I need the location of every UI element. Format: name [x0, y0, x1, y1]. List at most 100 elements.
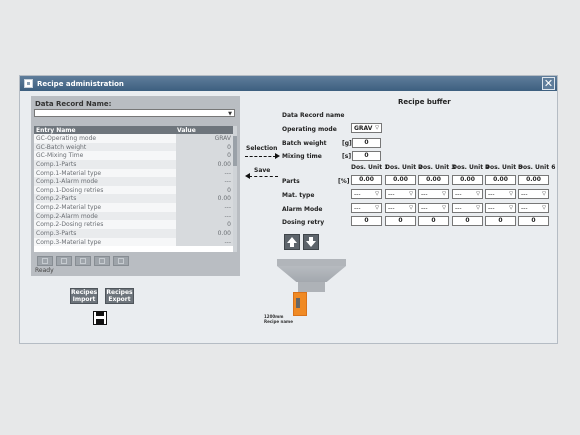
- dos-unit-header: Dos. Unit 3: [418, 164, 456, 171]
- recipe-table[interactable]: Entry Name Value GC-Operating mode GRAV GC…: [34, 126, 233, 252]
- move-down-button[interactable]: [303, 234, 319, 250]
- chevron-down-icon: ▽: [442, 191, 446, 197]
- dosing-retry-label: Dosing retry: [282, 219, 325, 226]
- chevron-down-icon: ▽: [476, 205, 480, 211]
- export-line2: Export: [108, 296, 131, 303]
- dos-unit-header: Dos. Unit 1: [351, 164, 389, 171]
- status-text: Ready: [35, 267, 54, 274]
- parts-input[interactable]: 0.00: [351, 175, 382, 185]
- save-record-icon[interactable]: [56, 256, 72, 266]
- rename-icon[interactable]: [113, 256, 129, 266]
- chevron-down-icon: ▼: [228, 111, 232, 117]
- column-entry-name: Entry Name: [36, 127, 76, 134]
- mat-type-select[interactable]: --- ▽: [418, 189, 449, 199]
- entry-name-cell: Comp.1-Parts: [36, 160, 77, 168]
- mat-type-value: ---: [388, 191, 395, 198]
- parts-input[interactable]: 0.00: [418, 175, 449, 185]
- floppy-disk-icon[interactable]: [93, 311, 107, 325]
- mat-type-select[interactable]: --- ▽: [518, 189, 549, 199]
- delete-record-icon[interactable]: [94, 256, 110, 266]
- export-line1: Recipes: [106, 289, 133, 296]
- table-row[interactable]: Comp.3-Material type ---: [34, 237, 233, 247]
- parts-input[interactable]: 0.00: [485, 175, 516, 185]
- mat-type-select[interactable]: --- ▽: [351, 189, 382, 199]
- batch-weight-input[interactable]: 0: [352, 138, 381, 148]
- table-row[interactable]: Comp.3-Parts 0.00: [34, 229, 233, 238]
- entry-name-cell: GC-Batch weight: [36, 143, 87, 151]
- chevron-down-icon: ▽: [409, 191, 413, 197]
- table-row[interactable]: GC-Mixing Time 0: [34, 151, 233, 160]
- recipe-window: Recipe administration ✕ Data Record Name…: [19, 75, 558, 344]
- parts-input[interactable]: 0.00: [518, 175, 549, 185]
- table-row[interactable]: GC-Batch weight 0: [34, 142, 233, 152]
- dosing-retry-input[interactable]: 0: [518, 216, 549, 226]
- new-record-icon[interactable]: [37, 256, 53, 266]
- alarm-mode-select[interactable]: --- ▽: [518, 203, 549, 213]
- table-row[interactable]: Comp.1-Parts 0.00: [34, 159, 233, 169]
- entry-name-cell: Comp.2-Material type: [36, 204, 102, 212]
- selection-label: Selection: [246, 145, 278, 152]
- alarm-mode-select[interactable]: --- ▽: [418, 203, 449, 213]
- table-row[interactable]: Comp.2-Alarm mode ---: [34, 211, 233, 221]
- entry-name-cell: GC-Operating mode: [36, 135, 97, 142]
- mat-type-label: Mat. type: [282, 192, 315, 199]
- entry-name-cell: GC-Mixing Time: [36, 152, 84, 160]
- mat-type-value: ---: [354, 191, 361, 198]
- import-line2: Import: [72, 296, 96, 303]
- alarm-mode-select[interactable]: --- ▽: [485, 203, 516, 213]
- entry-value-cell: GRAV: [176, 134, 233, 143]
- dos-unit-header: Dos. Unit 5: [485, 164, 523, 171]
- chevron-down-icon: ▽: [476, 191, 480, 197]
- chevron-down-icon: ▽: [409, 205, 413, 211]
- entry-value-cell: ---: [176, 211, 233, 221]
- dosing-retry-input[interactable]: 0: [385, 216, 416, 226]
- entry-name-cell: Comp.2-Parts: [36, 195, 77, 203]
- recipes-export-button[interactable]: Recipes Export: [105, 288, 134, 304]
- close-icon[interactable]: ✕: [542, 77, 555, 90]
- chevron-down-icon: ▽: [375, 125, 379, 131]
- mat-type-select[interactable]: --- ▽: [452, 189, 483, 199]
- parts-input[interactable]: 0.00: [385, 175, 416, 185]
- entry-value-cell: 0.00: [176, 229, 233, 238]
- table-scrollbar[interactable]: [233, 126, 237, 252]
- data-record-name-label: Data Record Name:: [35, 100, 112, 108]
- dosing-retry-input[interactable]: 0: [351, 216, 382, 226]
- chevron-down-icon: ▽: [375, 191, 379, 197]
- arrow-down-icon: [306, 237, 316, 247]
- data-record-dropdown[interactable]: ▼: [34, 109, 235, 117]
- dosing-retry-input[interactable]: 0: [418, 216, 449, 226]
- alarm-mode-value: ---: [421, 205, 428, 212]
- mat-type-value: ---: [421, 191, 428, 198]
- parts-input[interactable]: 0.00: [452, 175, 483, 185]
- table-header: Entry Name Value: [34, 126, 233, 134]
- table-row[interactable]: Comp.1-Dosing retries 0: [34, 185, 233, 195]
- table-row[interactable]: Comp.2-Parts 0.00: [34, 194, 233, 204]
- alarm-mode-select[interactable]: --- ▽: [351, 203, 382, 213]
- window-app-icon: [24, 79, 33, 88]
- entry-name-cell: Comp.2-Alarm mode: [36, 212, 98, 220]
- alarm-mode-select[interactable]: --- ▽: [385, 203, 416, 213]
- mat-type-select[interactable]: --- ▽: [385, 189, 416, 199]
- scrollbar-thumb[interactable]: [233, 136, 237, 166]
- operating-mode-select[interactable]: GRAV ▽: [351, 123, 382, 133]
- entry-value-cell: 0: [176, 185, 233, 195]
- move-up-button[interactable]: [284, 234, 300, 250]
- save-arrow: [249, 176, 278, 177]
- arrow-up-icon: [287, 237, 297, 247]
- table-row[interactable]: Comp.2-Material type ---: [34, 203, 233, 212]
- table-row[interactable]: GC-Operating mode GRAV: [34, 134, 233, 143]
- alarm-mode-value: ---: [488, 205, 495, 212]
- table-row[interactable]: Comp.2-Dosing retries 0: [34, 220, 233, 230]
- batch-weight-unit: [g]: [342, 140, 352, 147]
- recipes-import-button[interactable]: Recipes Import: [70, 288, 98, 304]
- entry-value-cell: ---: [176, 168, 233, 178]
- dosing-retry-input[interactable]: 0: [485, 216, 516, 226]
- mat-type-select[interactable]: --- ▽: [485, 189, 516, 199]
- table-row[interactable]: Comp.1-Material type ---: [34, 168, 233, 178]
- save-as-icon[interactable]: [75, 256, 91, 266]
- mixing-time-label: Mixing time: [282, 153, 322, 160]
- mixing-time-input[interactable]: 0: [352, 151, 381, 161]
- table-row[interactable]: Comp.1-Alarm mode ---: [34, 177, 233, 186]
- alarm-mode-select[interactable]: --- ▽: [452, 203, 483, 213]
- dosing-retry-input[interactable]: 0: [452, 216, 483, 226]
